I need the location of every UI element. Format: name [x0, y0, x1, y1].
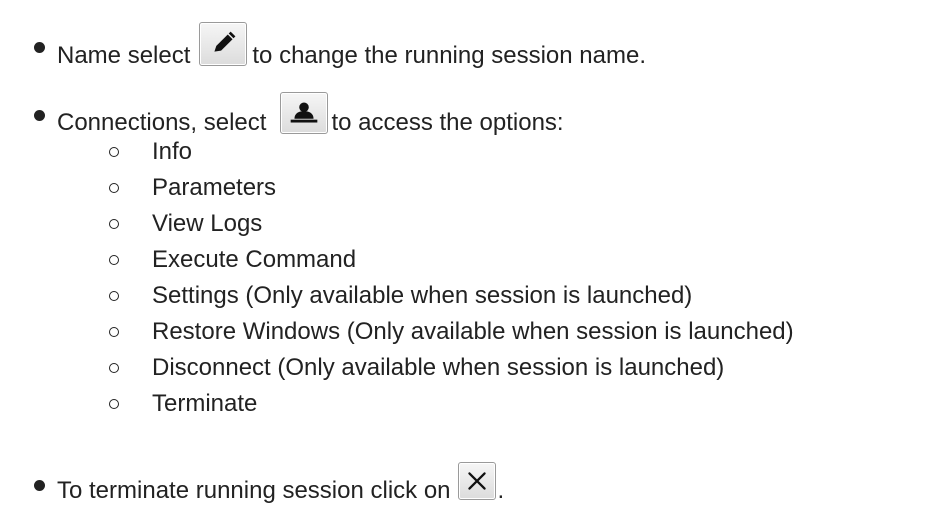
option-item: Parameters: [152, 174, 276, 202]
option-label: Disconnect (Only available when session …: [152, 354, 725, 381]
option-label: Restore Windows (Only available when ses…: [152, 318, 794, 345]
list-item-terminate: To terminate running session click on .: [57, 462, 505, 510]
close-icon: [467, 472, 486, 490]
sub-bullet: [109, 399, 119, 409]
list-item-text-after: to access the options:: [331, 109, 564, 136]
document: Name select to change the running sessio…: [0, 0, 939, 514]
bullet: [34, 110, 45, 121]
option-item: Settings (Only available when session is…: [152, 282, 692, 310]
option-label: Parameters: [152, 174, 277, 201]
option-item: View Logs: [152, 210, 262, 238]
list-item-name: Name select to change the running sessio…: [57, 22, 646, 78]
connections-button[interactable]: [280, 92, 329, 134]
list-item-text-before: Connections, select: [57, 109, 267, 136]
option-label: View Logs: [152, 210, 263, 237]
option-item: Info: [152, 138, 192, 166]
list-item-connections: Connections, select to access the option…: [57, 92, 564, 144]
list-item-text-after: .: [497, 477, 505, 504]
option-label: Info: [152, 138, 193, 165]
bullet: [34, 42, 45, 53]
sub-bullet: [109, 255, 119, 265]
option-item: Execute Command: [152, 246, 356, 274]
sub-bullet: [109, 219, 119, 229]
option-label: Terminate: [152, 390, 258, 417]
sub-bullet: [109, 363, 119, 373]
list-item-text-before: Name select: [57, 42, 191, 69]
pencil-icon: [214, 31, 236, 52]
option-item: Restore Windows (Only available when ses…: [152, 318, 794, 346]
option-item: Disconnect (Only available when session …: [152, 354, 724, 382]
option-item: Terminate: [152, 390, 257, 418]
edit-name-button[interactable]: [199, 22, 248, 66]
bullet: [34, 480, 45, 491]
sub-bullet: [109, 147, 119, 157]
option-label: Settings (Only available when session is…: [152, 282, 693, 309]
option-label: Execute Command: [152, 246, 357, 273]
terminate-session-button[interactable]: [457, 462, 496, 500]
sub-bullet: [109, 183, 119, 193]
user-icon: [291, 102, 318, 123]
sub-bullet: [109, 291, 119, 301]
list-item-text-after: to change the running session name.: [252, 42, 646, 69]
sub-bullet: [109, 327, 119, 337]
list-item-text-before: To terminate running session click on: [57, 477, 451, 504]
